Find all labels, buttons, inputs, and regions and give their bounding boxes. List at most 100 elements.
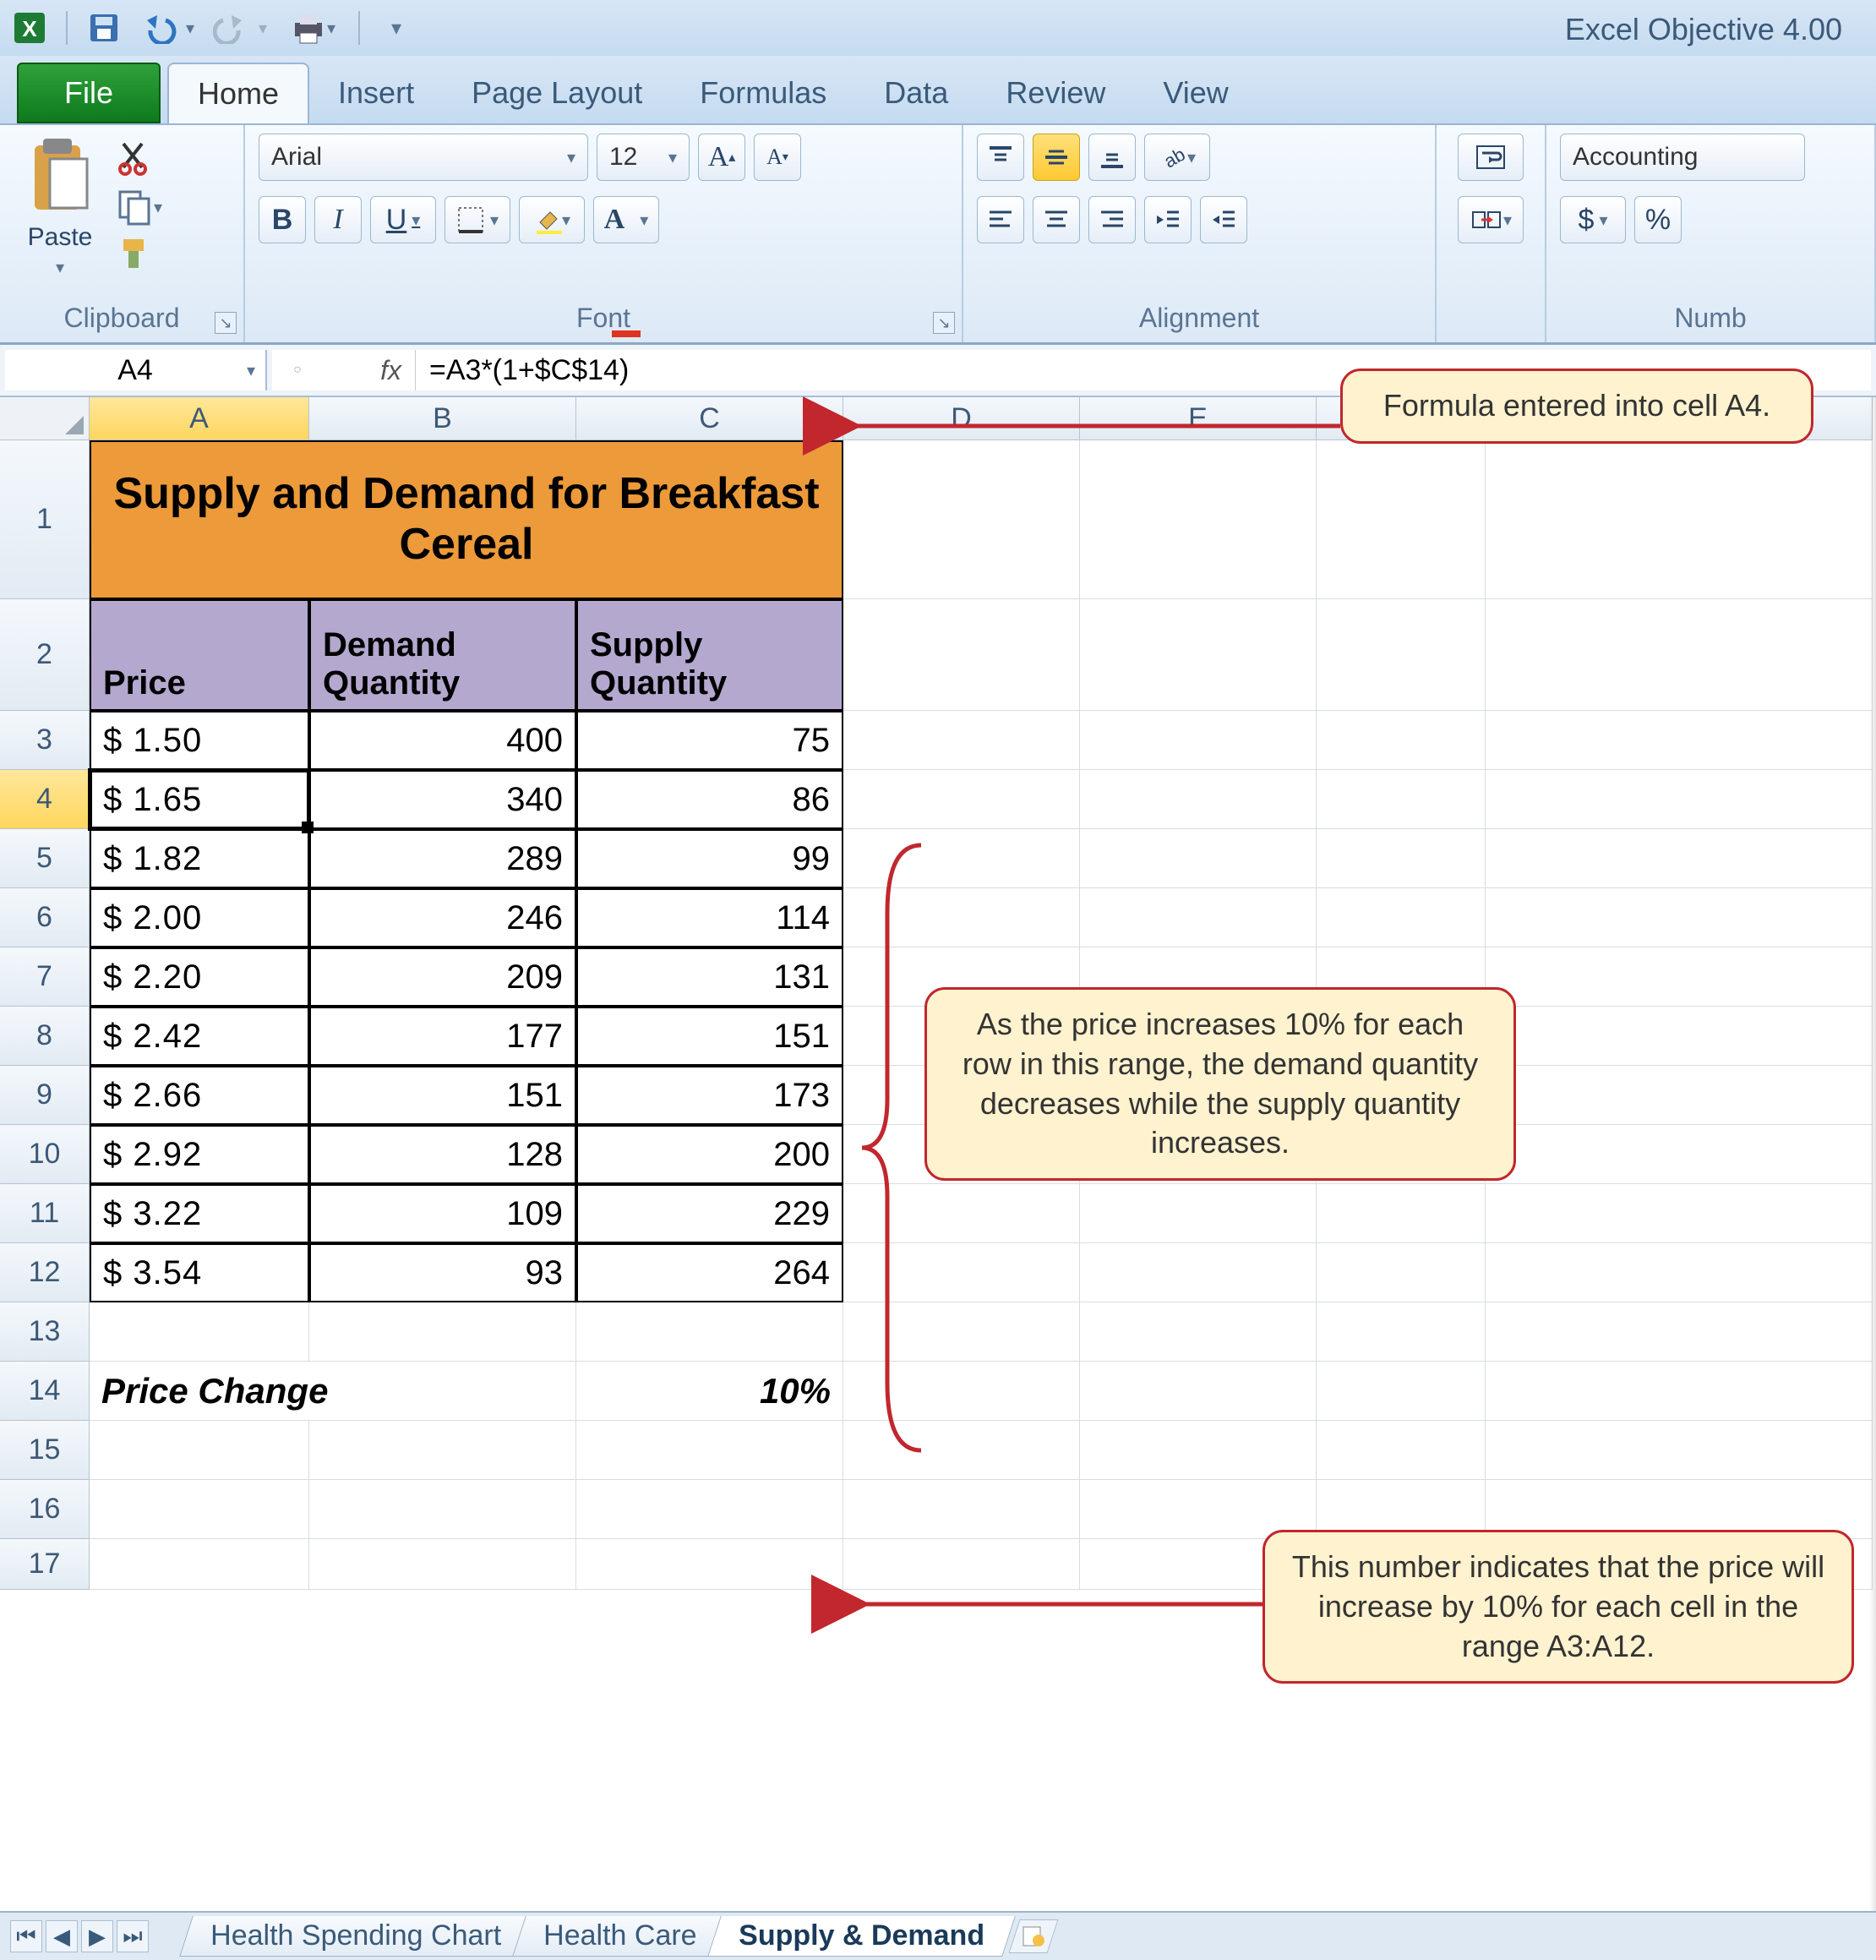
font-color-button[interactable]: A▾	[593, 196, 659, 243]
increase-indent-icon[interactable]	[1200, 196, 1247, 243]
price-change-label[interactable]: Price Change	[90, 1362, 576, 1421]
cell-E12[interactable]	[1080, 1243, 1317, 1302]
cell-C9[interactable]: 173	[576, 1066, 843, 1125]
cell-G6[interactable]	[1486, 888, 1873, 947]
cell-B10[interactable]: 128	[309, 1125, 576, 1184]
cell-A16[interactable]	[90, 1480, 309, 1539]
cell-C8[interactable]: 151	[576, 1007, 843, 1066]
underline-button[interactable]: U▾	[370, 196, 436, 243]
sheet-tab-supply-demand[interactable]: Supply & Demand	[708, 1916, 1017, 1957]
cell-C4[interactable]: 86	[576, 770, 843, 829]
cell-F5[interactable]	[1317, 829, 1486, 888]
cell-B17[interactable]	[309, 1539, 576, 1590]
cell-A7[interactable]: $ 2.20	[90, 947, 309, 1007]
cell-E3[interactable]	[1080, 711, 1317, 770]
cell-A9[interactable]: $ 2.66	[90, 1066, 309, 1125]
sheet-tab-health-care[interactable]: Health Care	[512, 1916, 728, 1957]
paste-button[interactable]: Paste ▾	[14, 134, 106, 278]
align-middle-icon[interactable]	[1033, 134, 1080, 181]
cell-G2[interactable]	[1486, 599, 1873, 711]
row-header-13[interactable]: 13	[0, 1302, 90, 1362]
align-left-icon[interactable]	[977, 196, 1024, 243]
customize-qat-icon[interactable]: ▾	[379, 10, 414, 46]
cell-G4[interactable]	[1486, 770, 1873, 829]
sheet-tab-health-spending[interactable]: Health Spending Chart	[179, 1916, 532, 1957]
cell-C13[interactable]	[576, 1302, 843, 1362]
bold-button[interactable]: B	[259, 196, 306, 243]
increase-font-icon[interactable]: A▴	[698, 134, 745, 181]
cell-G5[interactable]	[1486, 829, 1873, 888]
save-icon[interactable]	[86, 10, 122, 46]
cell-A10[interactable]: $ 2.92	[90, 1125, 309, 1184]
cell-F4[interactable]	[1317, 770, 1486, 829]
fx-icon[interactable]: fx	[323, 350, 416, 390]
name-box[interactable]: A4 ▾	[5, 350, 267, 390]
cell-A13[interactable]	[90, 1302, 309, 1362]
cell-C16[interactable]	[576, 1480, 843, 1539]
column-header-A[interactable]: A	[90, 397, 309, 440]
cell-C6[interactable]: 114	[576, 888, 843, 947]
cell-G13[interactable]	[1486, 1302, 1873, 1362]
format-painter-icon[interactable]	[117, 234, 162, 276]
font-name-selector[interactable]: Arial▾	[259, 134, 588, 181]
cell-F14[interactable]	[1317, 1362, 1486, 1421]
row-header-2[interactable]: 2	[0, 599, 90, 711]
row-header-10[interactable]: 10	[0, 1125, 90, 1184]
number-format-selector[interactable]: Accounting	[1560, 134, 1805, 181]
cell-E11[interactable]	[1080, 1184, 1317, 1243]
cell-F12[interactable]	[1317, 1243, 1486, 1302]
percent-format-icon[interactable]: %	[1634, 196, 1682, 243]
cell-F13[interactable]	[1317, 1302, 1486, 1362]
redo-icon[interactable]: ▾	[213, 10, 267, 46]
align-center-icon[interactable]	[1033, 196, 1080, 243]
cell-B16[interactable]	[309, 1480, 576, 1539]
cell-G11[interactable]	[1486, 1184, 1873, 1243]
cell-F1[interactable]	[1317, 440, 1486, 599]
column-header-C[interactable]: C	[576, 397, 843, 440]
sheet-nav-prev-icon[interactable]: ◀	[46, 1920, 78, 1952]
sheet-nav-last-icon[interactable]: ⏭	[117, 1920, 149, 1952]
tab-view[interactable]: View	[1134, 63, 1257, 123]
row-header-7[interactable]: 7	[0, 947, 90, 1007]
cell-G10[interactable]	[1486, 1125, 1873, 1184]
cell-F11[interactable]	[1317, 1184, 1486, 1243]
orientation-icon[interactable]: ab▾	[1144, 134, 1210, 181]
cell-C7[interactable]: 131	[576, 947, 843, 1007]
cell-C12[interactable]: 264	[576, 1243, 843, 1302]
select-all-button[interactable]	[0, 397, 90, 440]
cell-G15[interactable]	[1486, 1421, 1873, 1480]
tab-formulas[interactable]: Formulas	[671, 63, 855, 123]
tab-review[interactable]: Review	[977, 63, 1134, 123]
undo-icon[interactable]: ▾	[140, 10, 194, 46]
cell-G14[interactable]	[1486, 1362, 1873, 1421]
cell-F3[interactable]	[1317, 711, 1486, 770]
tab-file[interactable]: File	[17, 63, 161, 123]
cell-C3[interactable]: 75	[576, 711, 843, 770]
merge-center-icon[interactable]: ▾	[1458, 196, 1524, 243]
italic-button[interactable]: I	[314, 196, 362, 243]
row-header-1[interactable]: 1	[0, 440, 90, 599]
cell-D4[interactable]	[843, 770, 1080, 829]
cell-A5[interactable]: $ 1.82	[90, 829, 309, 888]
row-header-5[interactable]: 5	[0, 829, 90, 888]
cell-A11[interactable]: $ 3.22	[90, 1184, 309, 1243]
cell-E15[interactable]	[1080, 1421, 1317, 1480]
cell-C15[interactable]	[576, 1421, 843, 1480]
header-price[interactable]: Price	[90, 599, 309, 711]
title-cell[interactable]: Supply and Demand for Breakfast Cereal	[90, 440, 843, 599]
cell-A3[interactable]: $ 1.50	[90, 711, 309, 770]
fill-color-button[interactable]: ▾	[519, 196, 585, 243]
cell-C10[interactable]: 200	[576, 1125, 843, 1184]
cell-E14[interactable]	[1080, 1362, 1317, 1421]
cell-F2[interactable]	[1317, 599, 1486, 711]
cell-D2[interactable]	[843, 599, 1080, 711]
cell-G12[interactable]	[1486, 1243, 1873, 1302]
cut-icon[interactable]	[117, 139, 162, 180]
cell-E13[interactable]	[1080, 1302, 1317, 1362]
row-header-9[interactable]: 9	[0, 1066, 90, 1125]
cell-G3[interactable]	[1486, 711, 1873, 770]
cell-A4[interactable]: $ 1.65	[90, 770, 309, 829]
cell-A6[interactable]: $ 2.00	[90, 888, 309, 947]
tab-insert[interactable]: Insert	[309, 63, 443, 123]
row-header-12[interactable]: 12	[0, 1243, 90, 1302]
